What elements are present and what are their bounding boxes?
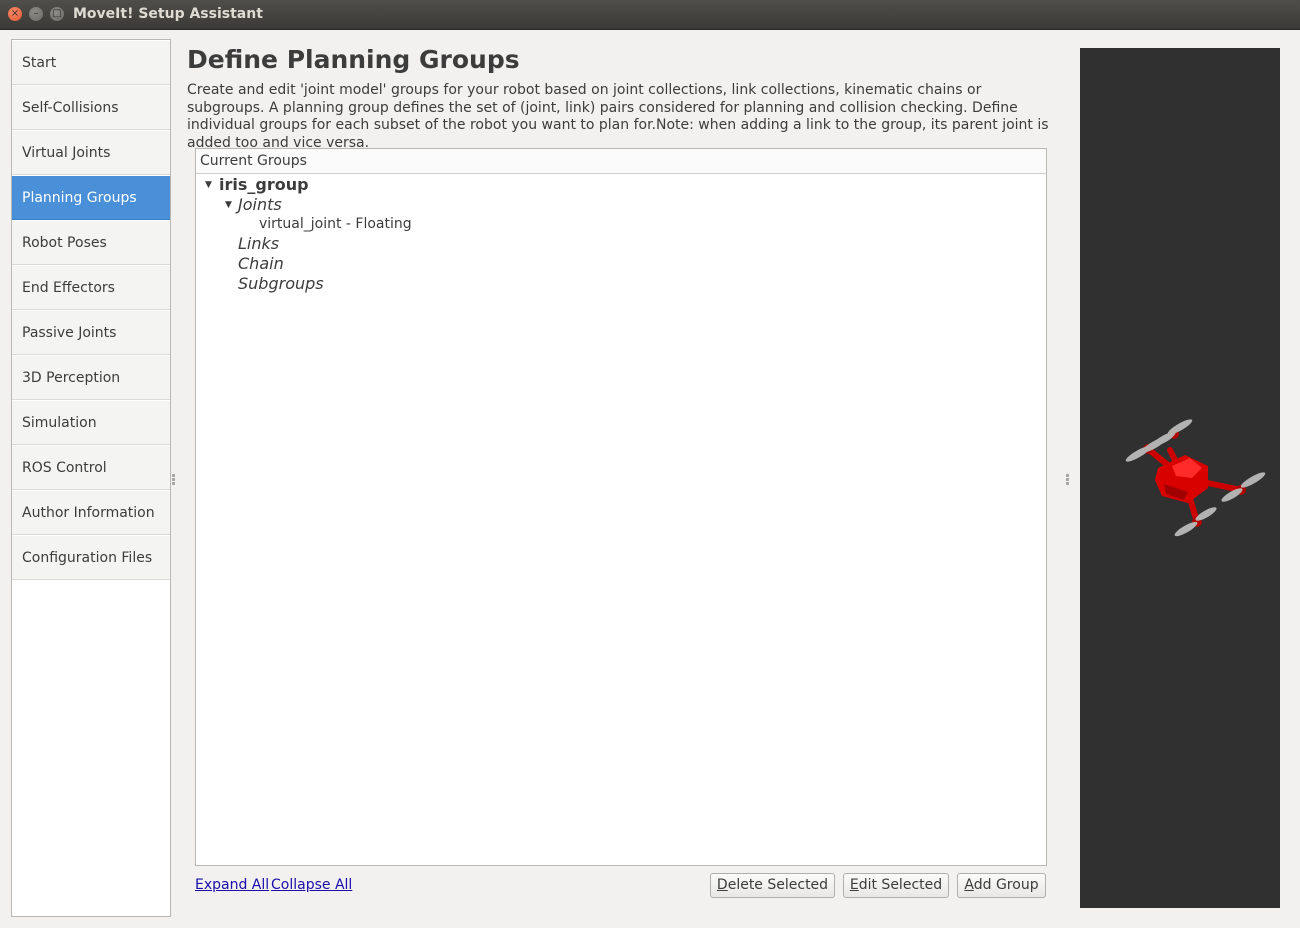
delete-mnemonic: D xyxy=(716,877,728,893)
minimize-icon[interactable]: – xyxy=(29,7,43,21)
edit-mnemonic: E xyxy=(849,877,859,893)
tree-item-group[interactable]: iris_group xyxy=(219,175,309,194)
sidebar: Start Self-Collisions Virtual Joints Pla… xyxy=(11,39,171,917)
sidebar-item-virtual-joints[interactable]: Virtual Joints xyxy=(12,131,170,175)
add-group-button[interactable]: Add Group xyxy=(957,873,1046,898)
sidebar-item-end-effectors[interactable]: End Effectors xyxy=(12,266,170,310)
sidebar-item-passive-joints[interactable]: Passive Joints xyxy=(12,311,170,355)
tree-item-links[interactable]: Links xyxy=(238,234,279,253)
add-label: dd Group xyxy=(973,877,1039,893)
sidebar-item-robot-poses[interactable]: Robot Poses xyxy=(12,221,170,265)
drone-icon xyxy=(1125,419,1266,537)
sidebar-item-author-information[interactable]: Author Information xyxy=(12,491,170,535)
groups-tree[interactable]: Current Groups ▼ iris_group ▼ Joints vir… xyxy=(195,148,1047,866)
app-window: × – □ MoveIt! Setup Assistant Start Self… xyxy=(0,0,1300,928)
sidebar-item-ros-control[interactable]: ROS Control xyxy=(12,446,170,490)
sidebar-item-configuration-files[interactable]: Configuration Files xyxy=(12,536,170,580)
edit-selected-button[interactable]: Edit Selected xyxy=(843,873,949,898)
robot-3d-viewport[interactable] xyxy=(1080,48,1280,908)
tree-item-chain[interactable]: Chain xyxy=(238,254,284,273)
sidebar-item-simulation[interactable]: Simulation xyxy=(12,401,170,445)
page-title: Define Planning Groups xyxy=(187,45,520,74)
tree-item-subgroups[interactable]: Subgroups xyxy=(238,274,324,293)
sidebar-item-start[interactable]: Start xyxy=(12,41,170,85)
robot-model xyxy=(1125,419,1266,537)
close-icon[interactable]: × xyxy=(8,7,22,21)
tree-item-joint[interactable]: virtual_joint - Floating xyxy=(259,216,412,232)
triangle-down-icon[interactable]: ▼ xyxy=(225,200,232,210)
right-splitter-handle[interactable] xyxy=(1065,472,1071,486)
sidebar-item-planning-groups[interactable]: Planning Groups xyxy=(12,176,170,220)
edit-label: dit Selected xyxy=(858,877,943,893)
page-description: Create and edit 'joint model' groups for… xyxy=(187,82,1049,151)
delete-label: elete Selected xyxy=(727,877,829,893)
tree-header: Current Groups xyxy=(196,149,1046,174)
maximize-icon[interactable]: □ xyxy=(50,7,64,21)
delete-selected-button[interactable]: Delete Selected xyxy=(710,873,835,898)
sidebar-item-self-collisions[interactable]: Self-Collisions xyxy=(12,86,170,130)
window-title: MoveIt! Setup Assistant xyxy=(73,6,263,22)
expand-all-link[interactable]: Expand All xyxy=(195,877,269,893)
tree-item-joints[interactable]: Joints xyxy=(238,195,282,214)
collapse-all-link[interactable]: Collapse All xyxy=(271,877,352,893)
title-bar: × – □ MoveIt! Setup Assistant xyxy=(0,0,1300,30)
triangle-down-icon[interactable]: ▼ xyxy=(205,180,212,190)
add-mnemonic: A xyxy=(964,877,974,893)
left-splitter-handle[interactable] xyxy=(171,472,177,486)
sidebar-item-3d-perception[interactable]: 3D Perception xyxy=(12,356,170,400)
